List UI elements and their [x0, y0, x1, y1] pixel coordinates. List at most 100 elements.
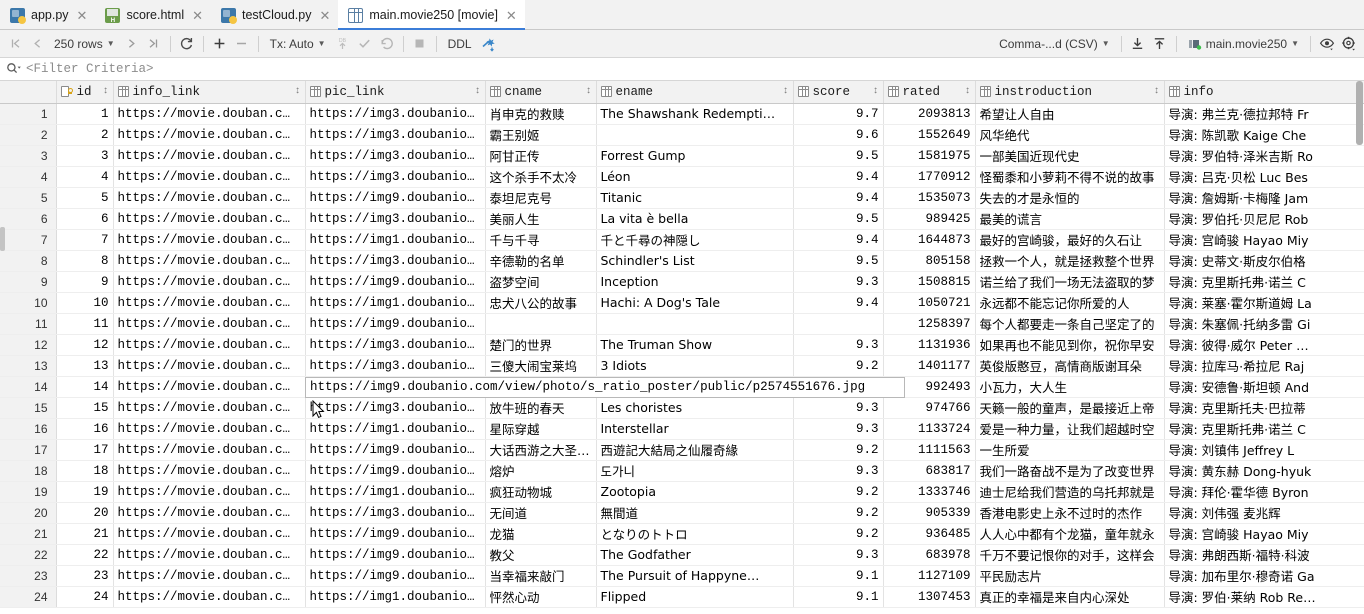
cell-info[interactable]: 导演: 克里斯托夫·巴拉蒂 [1164, 397, 1364, 419]
table-row[interactable]: 9 9 https://movie.douban.c… https://img9.do… [0, 271, 1364, 293]
cell-info-link[interactable]: https://movie.douban.c… [113, 460, 306, 482]
row-number-cell[interactable]: 4 [0, 166, 57, 188]
table-row[interactable]: 19 19 https://movie.douban.c… https://img1.… [0, 481, 1364, 503]
cell-ename[interactable]: The Godfather [596, 544, 794, 566]
last-page-icon[interactable] [143, 33, 165, 55]
cell-instroduction[interactable]: 风华绝代 [975, 124, 1165, 146]
cell-rated[interactable]: 989425 [883, 208, 976, 230]
cell-cname[interactable]: 三傻大闹宝莱坞 [485, 355, 597, 377]
cell-rated[interactable]: 1508815 [883, 271, 976, 293]
cell-score[interactable]: 9.3 [793, 544, 884, 566]
cell-pic-link[interactable]: https://img1.doubanio.… [305, 481, 486, 503]
cell-ename[interactable]: The Shawshank Redempti… [596, 103, 794, 125]
table-row[interactable]: 3 3 https://movie.douban.c… https://img3.do… [0, 145, 1364, 167]
row-number-cell[interactable]: 13 [0, 355, 57, 377]
cell-info[interactable]: 导演: 彼得·威尔 Peter … [1164, 334, 1364, 356]
close-icon[interactable]: ✕ [75, 9, 88, 22]
row-number-cell[interactable]: 14 [0, 376, 57, 398]
cell-cname[interactable]: 美丽人生 [485, 208, 597, 230]
import-download-icon[interactable] [1127, 33, 1149, 55]
row-number-cell[interactable]: 8 [0, 250, 57, 272]
cell-id[interactable]: 6 [56, 208, 114, 230]
cell-score[interactable]: 9.2 [793, 439, 884, 461]
tab-score-html[interactable]: score.html ✕ [95, 0, 211, 30]
cell-pic-link[interactable]: https://img1.doubanio.… [305, 418, 486, 440]
cell-cname[interactable]: 忠犬八公的故事 [485, 292, 597, 314]
cell-info-link[interactable]: https://movie.douban.c… [113, 586, 306, 608]
cell-info[interactable]: 导演: 罗伯托·贝尼尼 Rob [1164, 208, 1364, 230]
cell-pic-link[interactable]: https://img9.doubanio.… [305, 544, 486, 566]
cell-id[interactable]: 1 [56, 103, 114, 125]
cell-rated[interactable]: 1535073 [883, 187, 976, 209]
cell-score[interactable]: 9.4 [793, 229, 884, 251]
add-row-icon[interactable] [209, 33, 231, 55]
cell-ename[interactable]: Forrest Gump [596, 145, 794, 167]
column-header-rated[interactable]: rated ↕ [883, 81, 976, 104]
cell-pic-link[interactable]: https://img1.doubanio.… [305, 292, 486, 314]
cell-score[interactable]: 9.2 [793, 481, 884, 503]
cell-info-link[interactable]: https://movie.douban.c… [113, 523, 306, 545]
cell-instroduction[interactable]: 一部美国近现代史 [975, 145, 1165, 167]
cell-cname[interactable]: 千与千寻 [485, 229, 597, 251]
sort-toggle-icon[interactable]: ↕ [960, 86, 970, 97]
ddl-button[interactable]: DDL [442, 33, 478, 55]
cell-ename[interactable]: Léon [596, 166, 794, 188]
cell-cname[interactable]: 龙猫 [485, 523, 597, 545]
cell-info-link[interactable]: https://movie.douban.c… [113, 355, 306, 377]
cell-info-link[interactable]: https://movie.douban.c… [113, 418, 306, 440]
cell-pic-link[interactable]: https://img9.doubanio.… [305, 271, 486, 293]
table-row[interactable]: 20 20 https://movie.douban.c… https://img3.… [0, 502, 1364, 524]
close-icon[interactable]: ✕ [190, 9, 203, 22]
cell-instroduction[interactable]: 爱是一种力量，让我们超越时空 [975, 418, 1165, 440]
row-number-cell[interactable]: 6 [0, 208, 57, 230]
cell-pic-link[interactable]: https://img9.doubanio.… [305, 187, 486, 209]
tab-app-py[interactable]: app.py ✕ [0, 0, 95, 30]
cell-info[interactable]: 导演: 刘镇伟 Jeffrey L [1164, 439, 1364, 461]
cell-info[interactable]: 导演: 刘伟强 麦兆辉 [1164, 502, 1364, 524]
cell-cname[interactable]: 阿甘正传 [485, 145, 597, 167]
cell-pic-link[interactable]: https://img3.doubanio.… [305, 103, 486, 125]
column-header-ename[interactable]: ename ↕ [596, 81, 794, 104]
cell-pic-link[interactable]: https://img3.doubanio.… [305, 166, 486, 188]
cell-cname[interactable]: 盗梦空间 [485, 271, 597, 293]
cell-rated[interactable]: 905339 [883, 502, 976, 524]
cell-pic-link[interactable]: https://img3.doubanio.… [305, 397, 486, 419]
cell-ename[interactable]: Hachi: A Dog's Tale [596, 292, 794, 314]
cell-info-link[interactable]: https://movie.douban.c… [113, 502, 306, 524]
cell-id[interactable]: 17 [56, 439, 114, 461]
modify-table-icon[interactable] [478, 33, 500, 55]
cell-ename[interactable]: Zootopia [596, 481, 794, 503]
table-row[interactable]: 4 4 https://movie.douban.c… https://img3.do… [0, 166, 1364, 188]
cell-info[interactable]: 导演: 詹姆斯·卡梅隆 Jam [1164, 187, 1364, 209]
cell-info[interactable]: 导演: 陈凯歌 Kaige Che [1164, 124, 1364, 146]
cell-score[interactable] [793, 313, 884, 335]
row-number-cell[interactable]: 12 [0, 334, 57, 356]
cell-pic-link[interactable]: https://img9.doubanio.… [305, 523, 486, 545]
cell-score[interactable]: 9.5 [793, 208, 884, 230]
cell-info-link[interactable]: https://movie.douban.c… [113, 271, 306, 293]
cell-pic-link[interactable]: https://img3.doubanio.… [305, 250, 486, 272]
table-row[interactable]: 6 6 https://movie.douban.c… https://img3.do… [0, 208, 1364, 230]
cell-score[interactable]: 9.1 [793, 586, 884, 608]
sort-toggle-icon[interactable]: ↕ [98, 86, 108, 97]
cell-cname[interactable]: 怦然心动 [485, 586, 597, 608]
table-row[interactable]: 11 11 https://movie.douban.c… https://img9.… [0, 313, 1364, 335]
row-number-cell[interactable]: 10 [0, 292, 57, 314]
row-number-cell[interactable]: 11 [0, 313, 57, 335]
row-number-cell[interactable]: 23 [0, 565, 57, 587]
cell-info[interactable]: 导演: 安德鲁·斯坦顿 And [1164, 376, 1364, 398]
cell-score[interactable]: 9.5 [793, 145, 884, 167]
cell-score[interactable]: 9.3 [793, 418, 884, 440]
cell-ename[interactable]: 3 Idiots [596, 355, 794, 377]
cell-rated[interactable]: 1333746 [883, 481, 976, 503]
cell-rated[interactable]: 974766 [883, 397, 976, 419]
row-number-cell[interactable]: 21 [0, 523, 57, 545]
row-number-cell[interactable]: 18 [0, 460, 57, 482]
tab-testcloud-py[interactable]: testCloud.py ✕ [211, 0, 338, 30]
vertical-scrollbar[interactable] [1355, 81, 1364, 614]
cell-id[interactable]: 13 [56, 355, 114, 377]
column-header-pic_link[interactable]: pic_link ↕ [305, 81, 486, 104]
cell-ename[interactable]: 無間道 [596, 502, 794, 524]
cell-rated[interactable]: 1133724 [883, 418, 976, 440]
cell-ename[interactable]: Les choristes [596, 397, 794, 419]
